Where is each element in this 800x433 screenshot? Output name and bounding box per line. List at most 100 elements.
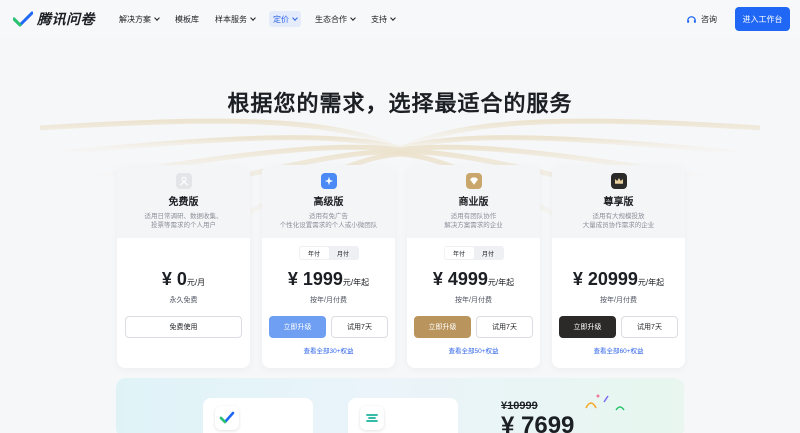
consult-label: 咨询 [701,14,717,24]
toggle-annual[interactable]: 年付 [444,247,474,259]
nav-right: 咨询 进入工作台 [686,7,790,31]
checkmark-icon [215,406,239,430]
menu-label: 支持 [371,14,387,24]
price-value: ¥ 1999 [287,269,343,289]
menu-sample-service[interactable]: 样本服务 [213,11,257,27]
free-use-button[interactable]: 免费使用 [125,316,242,338]
toggle-monthly[interactable]: 月付 [474,247,503,259]
plan-desc-line: 适用有大规模投放 [592,213,645,220]
price-unit: 元/年起 [637,278,665,287]
menu-label: 模板库 [175,14,199,24]
toggle-monthly[interactable]: 月付 [329,247,358,259]
sparkle-icon [320,173,337,189]
plan-actions: 立即升级 试用7天 [552,316,685,338]
plan-billing-note: 按年/月付费 [310,297,347,304]
toggle-annual[interactable]: 年付 [299,247,329,259]
view-rights-link[interactable]: 查看全部30+权益 [262,345,395,355]
price-unit: 元/月 [186,278,206,287]
menu-label: 定价 [273,14,289,24]
plan-header: 商业版 适用有团队协作 解决方案需求的企业 [407,165,540,238]
plan-card-advanced: 高级版 适用有免广告 个性化设置需求的个人或小微团队 年付 月付 ¥ 1999元… [262,165,395,368]
promo-product-card[interactable] [348,398,458,433]
plan-billing-note: 按年/月付费 [455,297,492,304]
brand-name: 腾讯问卷 [37,11,95,27]
logo-icon [13,11,33,27]
layers-icon [360,406,384,430]
top-nav: 腾讯问卷 解决方案 模板库 样本服务 定价 生态合作 支持 咨询 进入工作台 [0,0,800,38]
promo-banner: ¥10999 ¥ 7699 [116,378,684,433]
plan-price: ¥ 0元/月 [117,269,250,290]
chevron-down-icon [154,14,160,21]
menu-support[interactable]: 支持 [369,11,397,27]
diamond-icon [465,173,482,189]
plan-header: 尊享版 适用有大规模投放 大量成员协作需求的企业 [552,165,685,238]
user-icon [175,173,192,189]
billing-toggle: 年付 月付 [298,246,359,260]
plan-name: 尊享版 [603,197,634,208]
confetti-icon [585,394,625,411]
plan-price: ¥ 20999元/年起 [552,269,685,290]
menu-pricing[interactable]: 定价 [269,11,301,27]
plan-name: 商业版 [458,197,489,208]
plan-desc-line: 大量成员协作需求的企业 [582,222,655,229]
main-menu: 解决方案 模板库 样本服务 定价 生态合作 支持 [117,11,409,27]
crown-icon [610,173,627,189]
chevron-down-icon [250,14,256,21]
price-value: ¥ 4999 [432,269,488,289]
headset-icon [687,15,696,23]
price-unit: 元/年起 [487,278,515,287]
plan-card-free: 免费版 适用日常调研、数据收集、 投票等需求的个人用户 ¥ 0元/月 永久免费 … [117,165,250,368]
plan-desc-line: 适用日常调研、数据收集、 [144,213,223,220]
view-rights-link[interactable]: 查看全部50+权益 [407,345,540,355]
promo-product-card[interactable] [203,398,313,433]
price-unit: 元/年起 [342,278,370,287]
menu-solutions[interactable]: 解决方案 [117,11,161,27]
original-price: ¥10999 [501,400,538,412]
billing-toggle: 年付 月付 [443,246,504,260]
logo[interactable]: 腾讯问卷 [13,9,95,29]
plan-actions: 立即升级 试用7天 [407,316,540,338]
trial-button[interactable]: 试用7天 [476,316,533,338]
upgrade-button[interactable]: 立即升级 [559,316,616,338]
plan-card-business: 商业版 适用有团队协作 解决方案需求的企业 年付 月付 ¥ 4999元/年起 按… [407,165,540,368]
toggle-spacer [552,238,685,260]
consult-link[interactable]: 咨询 [686,14,717,25]
sale-price: ¥ 7699 [501,412,575,433]
enter-workspace-button[interactable]: 进入工作台 [735,7,790,31]
plan-actions: 立即升级 试用7天 [262,316,395,338]
plan-desc: 适用有大规模投放 大量成员协作需求的企业 [552,212,685,230]
upgrade-button[interactable]: 立即升级 [269,316,326,338]
price-value: ¥ 0 [161,269,187,289]
plan-billing-note: 按年/月付费 [600,297,637,304]
plan-desc: 适用有免广告 个性化设置需求的个人或小微团队 [262,212,395,230]
price-value: ¥ 20999 [572,269,638,289]
chevron-down-icon [292,14,298,21]
chevron-down-icon [390,14,396,21]
page-headline: 根据您的需求，选择最适合的服务 [227,91,573,116]
plan-desc: 适用日常调研、数据收集、 投票等需求的个人用户 [117,212,250,230]
view-rights-link[interactable]: 查看全部60+权益 [552,345,685,355]
plan-name: 高级版 [313,197,344,208]
plan-header: 免费版 适用日常调研、数据收集、 投票等需求的个人用户 [117,165,250,238]
plan-billing-note: 永久免费 [169,297,198,304]
upgrade-button[interactable]: 立即升级 [414,316,471,338]
chevron-down-icon [350,14,356,21]
plan-desc-line: 个性化设置需求的个人或小微团队 [279,222,378,229]
plan-desc-line: 适用有团队协作 [450,213,497,220]
menu-ecosystem[interactable]: 生态合作 [313,11,357,27]
menu-label: 样本服务 [215,14,247,24]
menu-label: 解决方案 [119,14,151,24]
plan-card-premium: 尊享版 适用有大规模投放 大量成员协作需求的企业 ¥ 20999元/年起 按年/… [552,165,685,368]
plan-price: ¥ 1999元/年起 [262,269,395,290]
trial-button[interactable]: 试用7天 [621,316,678,338]
menu-templates[interactable]: 模板库 [173,11,201,27]
plan-desc: 适用有团队协作 解决方案需求的企业 [407,212,540,230]
plan-header: 高级版 适用有免广告 个性化设置需求的个人或小微团队 [262,165,395,238]
plan-desc-line: 投票等需求的个人用户 [151,222,216,229]
plan-name: 免费版 [168,197,199,208]
plan-price: ¥ 4999元/年起 [407,269,540,290]
menu-label: 生态合作 [315,14,347,24]
plan-desc-line: 适用有免广告 [309,213,348,220]
trial-button[interactable]: 试用7天 [331,316,388,338]
plan-actions: 免费使用 [117,316,250,338]
